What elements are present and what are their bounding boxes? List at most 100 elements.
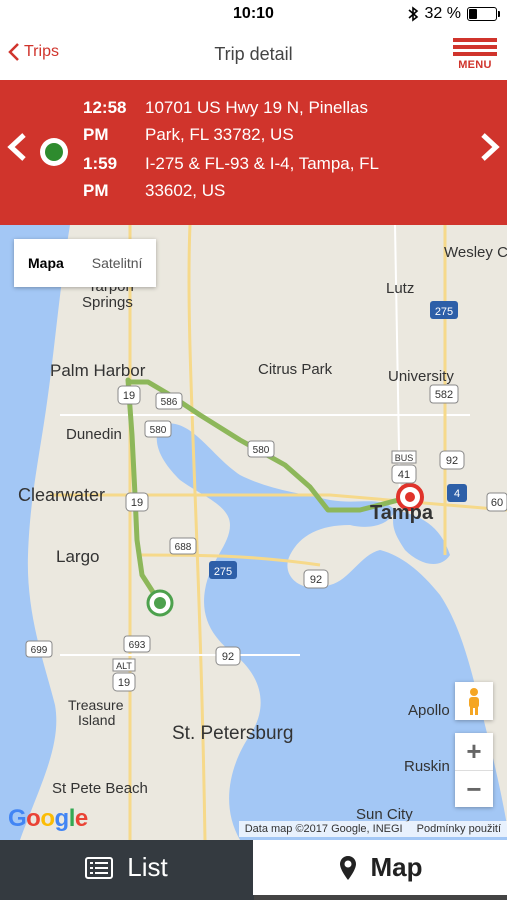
- start-marker-icon: [40, 138, 68, 166]
- svg-text:41: 41: [398, 469, 410, 481]
- tab-map[interactable]: Map: [254, 840, 507, 895]
- place-label: Treasure: [68, 697, 124, 713]
- interstate-shield-icon: 275: [430, 301, 458, 319]
- svg-text:688: 688: [175, 542, 192, 553]
- bluetooth-icon: [408, 6, 418, 22]
- place-label: St. Petersburg: [172, 723, 293, 744]
- svg-text:275: 275: [214, 566, 232, 578]
- pegman-icon: [469, 688, 479, 715]
- place-label: Tampa: [370, 502, 434, 524]
- zoom-out-button[interactable]: −: [455, 771, 493, 808]
- map-type-map-button[interactable]: Mapa: [14, 239, 78, 287]
- us-highway-shield-icon: 19: [125, 492, 149, 512]
- us-highway-shield-icon: 92: [215, 646, 241, 666]
- state-road-shield-icon: 580: [144, 420, 172, 438]
- interstate-shield-icon: 4: [447, 484, 467, 502]
- map-data-credit: Data map ©2017 Google, INEGI: [244, 823, 403, 835]
- place-label: Citrus Park: [258, 361, 333, 378]
- svg-text:699: 699: [31, 645, 48, 656]
- alt-route-shield-icon: ALT: [112, 658, 136, 672]
- tab-map-label: Map: [370, 852, 423, 882]
- map-view[interactable]: 275 582 19 586 580 580 BUS 41 92 4 60 19…: [0, 225, 507, 840]
- end-address-line-2: 33602, US: [145, 181, 226, 200]
- end-marker-center: [405, 492, 415, 502]
- state-road-shield-icon: 586: [155, 392, 183, 410]
- us-highway-shield-icon: 19: [112, 672, 136, 692]
- svg-text:693: 693: [129, 640, 146, 651]
- place-label: St Pete Beach: [52, 780, 148, 797]
- map-type-satellite-button[interactable]: Satelitní: [78, 239, 157, 287]
- previous-trip-button[interactable]: [6, 132, 28, 167]
- end-ampm: PM: [83, 181, 109, 200]
- zoom-control: + −: [455, 733, 493, 807]
- street-view-button[interactable]: [455, 682, 493, 720]
- end-address-line-1: I-275 & FL-93 & I-4, Tampa, FL: [145, 154, 380, 173]
- us-highway-shield-icon: 41: [391, 464, 417, 484]
- battery-percent: 32 %: [424, 5, 461, 22]
- state-road-shield-icon: 582: [429, 384, 459, 404]
- svg-text:19: 19: [131, 497, 143, 509]
- interstate-shield-icon: 275: [209, 561, 237, 579]
- place-label: Island: [78, 712, 115, 728]
- svg-text:582: 582: [435, 389, 453, 401]
- svg-text:60: 60: [491, 497, 503, 509]
- menu-icon-bar: [453, 45, 497, 49]
- us-highway-shield-icon: 92: [303, 569, 329, 589]
- tab-bar-bottom-edge: [0, 895, 507, 900]
- state-road-shield-icon: 688: [169, 537, 197, 555]
- start-time: 12:58: [83, 98, 127, 117]
- state-road-shield-icon: 699: [25, 640, 53, 658]
- start-address-line-2: Park, FL 33782, US: [145, 125, 294, 144]
- svg-text:4: 4: [454, 488, 460, 500]
- state-road-shield-icon: 580: [247, 440, 275, 458]
- tab-list-label: List: [127, 852, 168, 882]
- place-label: Springs: [82, 294, 133, 311]
- place-label: Clearwater: [18, 485, 105, 505]
- chevron-right-icon: [481, 133, 500, 161]
- nav-bar: Trips Trip detail MENU: [0, 30, 507, 80]
- svg-text:580: 580: [253, 445, 270, 456]
- svg-text:19: 19: [123, 390, 135, 402]
- map-type-toggle: Mapa Satelitní: [14, 239, 157, 287]
- place-label: Dunedin: [66, 426, 122, 443]
- place-label: Ruskin: [404, 758, 450, 775]
- status-bar: 10:10 32 %: [0, 0, 507, 30]
- svg-text:92: 92: [222, 651, 234, 663]
- end-time: 1:59: [83, 154, 118, 173]
- bus-route-shield-icon: BUS: [391, 450, 417, 464]
- google-logo: Google: [8, 805, 88, 832]
- place-label: Apollo: [408, 702, 450, 719]
- battery-icon: [467, 7, 500, 21]
- svg-text:275: 275: [435, 306, 453, 318]
- us-highway-shield-icon: 92: [439, 450, 465, 470]
- place-label: Palm Harbor: [50, 361, 146, 380]
- start-address-line-1: 10701 US Hwy 19 N, Pinellas: [145, 98, 369, 117]
- us-highway-shield-icon: 19: [117, 385, 141, 405]
- trip-summary: 12:58 10701 US Hwy 19 N, Pinellas PM Par…: [0, 80, 507, 225]
- menu-icon-bar: [453, 38, 497, 42]
- svg-text:92: 92: [446, 455, 458, 467]
- menu-button[interactable]: MENU: [453, 38, 497, 71]
- start-ampm: PM: [83, 125, 109, 144]
- svg-text:580: 580: [150, 425, 167, 436]
- next-trip-button[interactable]: [479, 132, 501, 167]
- terms-link[interactable]: Podmínky použití: [417, 823, 501, 835]
- chevron-left-icon: [7, 133, 26, 161]
- start-marker-center: [154, 597, 166, 609]
- zoom-in-button[interactable]: +: [455, 733, 493, 770]
- place-label: Lutz: [386, 280, 414, 297]
- place-label: University: [388, 368, 454, 385]
- svg-text:ALT: ALT: [116, 661, 132, 671]
- map-canvas[interactable]: 275 582 19 586 580 580 BUS 41 92 4 60 19…: [0, 225, 507, 840]
- place-label: Wesley C: [444, 244, 507, 261]
- list-icon: [85, 856, 114, 879]
- page-title: Trip detail: [214, 44, 293, 64]
- state-road-shield-icon: 60: [486, 492, 507, 512]
- svg-text:19: 19: [118, 677, 130, 689]
- state-road-shield-icon: 693: [123, 635, 151, 653]
- tab-list[interactable]: List: [0, 840, 253, 895]
- bottom-tab-bar: List Map: [0, 840, 507, 900]
- svg-text:BUS: BUS: [395, 453, 414, 463]
- svg-text:92: 92: [310, 574, 322, 586]
- place-label: Largo: [56, 547, 99, 566]
